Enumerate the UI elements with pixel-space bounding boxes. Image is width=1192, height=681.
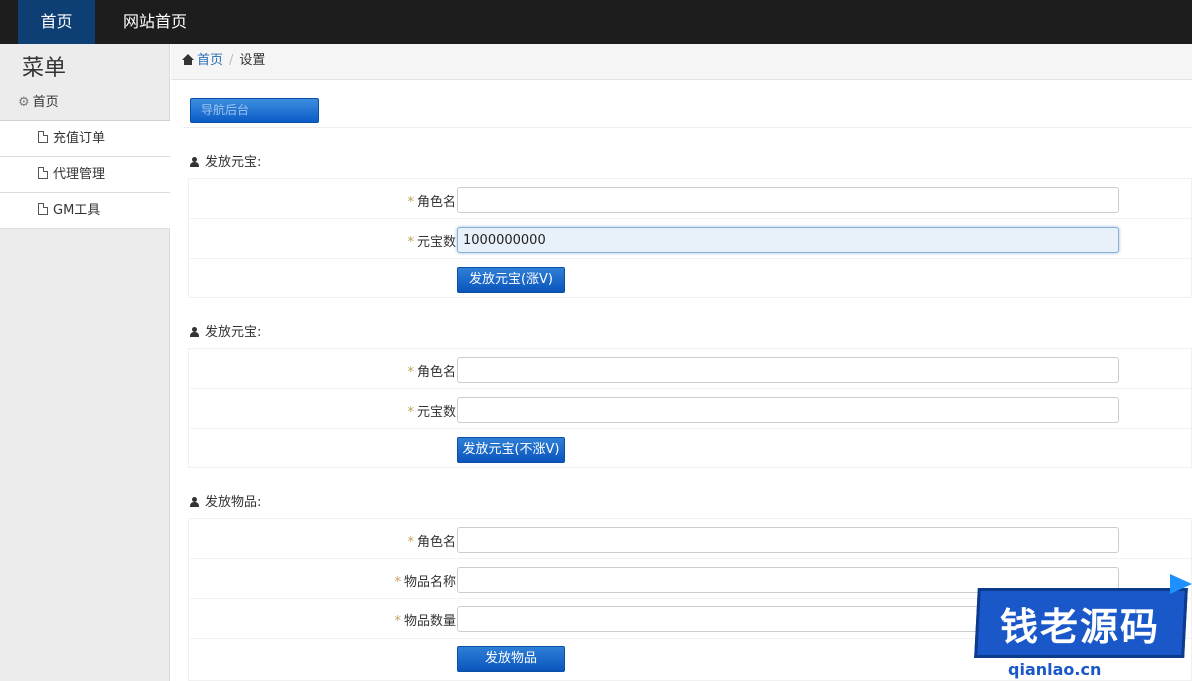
form-row: * 角色名 [189, 519, 1192, 559]
user-icon [189, 157, 201, 167]
sidebar-item-agent-management[interactable]: 代理管理 [0, 157, 170, 193]
section-title-text: 发放元宝: [205, 325, 262, 340]
divider [183, 127, 1192, 128]
sidebar: 菜单 ⚙ 首页 充值订单 代理管理 GM工具 [0, 44, 170, 681]
form-panel: *角色名 *元宝数 发放元宝(涨V) [188, 178, 1192, 298]
issue-ingot-vip-button[interactable]: 发放元宝(涨V) [457, 267, 565, 293]
form-row: * 元宝数 [189, 389, 1192, 429]
role-name-input[interactable] [457, 527, 1119, 553]
field-label: * 角色名 [407, 535, 456, 550]
issue-ingot-no-vip-button[interactable]: 发放元宝(不涨V) [457, 437, 565, 463]
sidebar-item-label: 代理管理 [53, 167, 106, 182]
section-title: 发放元宝: [189, 321, 261, 340]
sidebar-item-gm-tools[interactable]: GM工具 [0, 193, 170, 229]
sidebar-submenu: 充值订单 代理管理 GM工具 [0, 121, 170, 229]
section-title-text: 发放物品: [205, 495, 262, 510]
field-label: * 元宝数 [407, 405, 456, 420]
watermark-logo: 钱老源码 qianlao.cn [968, 574, 1192, 681]
field-label: * 物品数量 [394, 614, 456, 629]
form-row: * 角色名 [189, 179, 1192, 219]
breadcrumb-separator: / [229, 53, 234, 68]
role-name-input[interactable] [457, 187, 1119, 213]
sidebar-item-home[interactable]: ⚙ 首页 [0, 88, 170, 121]
arrow-icon [1170, 574, 1192, 594]
ingot-amount-input[interactable] [457, 397, 1119, 423]
nav-site-home-link[interactable]: 网站首页 [110, 0, 200, 44]
watermark-text: 钱老源码 [999, 605, 1160, 649]
field-label: * 角色名 [407, 365, 456, 380]
user-icon [189, 497, 201, 507]
file-icon [38, 167, 48, 179]
sidebar-item-label: GM工具 [53, 203, 101, 218]
watermark-url: qianlao.cn [1008, 660, 1102, 679]
field-label: * 元宝数 [407, 235, 456, 250]
nav-home-tab[interactable]: 首页 [18, 0, 95, 44]
sidebar-item-label: 充值订单 [53, 131, 106, 146]
top-navbar: 首页 网站首页 [0, 0, 1192, 44]
file-icon [38, 131, 48, 143]
top-action-button[interactable]: 导航后台 [190, 98, 319, 123]
breadcrumb: 首页 / 设置 [171, 44, 1192, 80]
sidebar-item-label: 首页 [32, 95, 59, 110]
breadcrumb-current: 设置 [239, 53, 266, 68]
user-icon [189, 327, 201, 337]
ingot-amount-input[interactable] [457, 227, 1119, 253]
home-icon [182, 54, 194, 65]
form-panel: * 角色名 * 元宝数 发放元宝(不涨V) [188, 348, 1192, 468]
form-row: * 元宝数 [189, 219, 1192, 259]
sidebar-item-recharge-orders[interactable]: 充值订单 [0, 121, 170, 157]
field-label: * 角色名 [407, 195, 456, 210]
sidebar-title: 菜单 [22, 56, 67, 81]
section-title: 发放元宝: [189, 151, 261, 170]
file-icon [38, 203, 48, 215]
section-title: 发放物品: [189, 491, 261, 510]
issue-item-button[interactable]: 发放物品 [457, 646, 565, 672]
field-label: * 物品名称 [394, 575, 456, 590]
role-name-input[interactable] [457, 357, 1119, 383]
breadcrumb-home-link[interactable]: 首页 [197, 53, 223, 68]
form-row: * 角色名 [189, 349, 1192, 389]
section-title-text: 发放元宝: [205, 155, 262, 170]
gear-icon: ⚙ [18, 95, 30, 110]
